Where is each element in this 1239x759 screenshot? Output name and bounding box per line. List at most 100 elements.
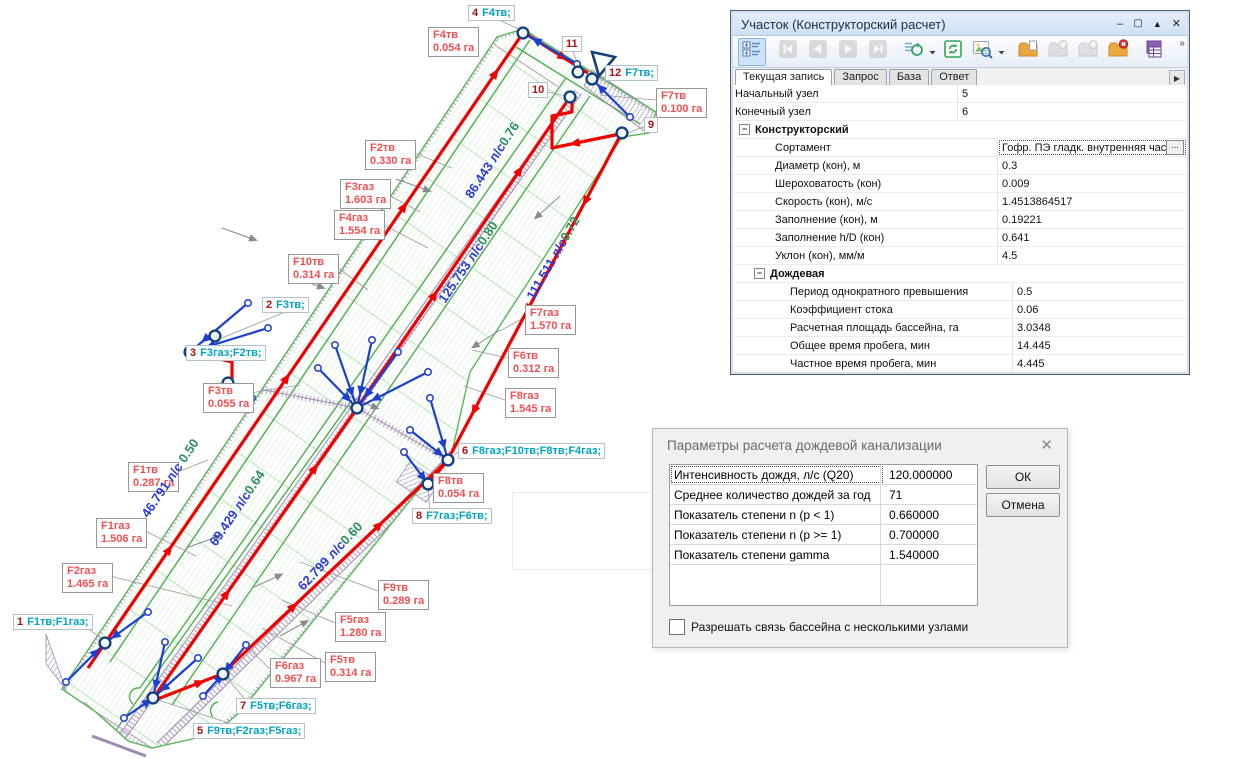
close-button[interactable]: ✕ xyxy=(1172,17,1181,31)
record-panel: Участок (Конструкторский расчет) – ▢ ▲ ✕… xyxy=(730,10,1190,375)
tab-scroll-right-icon[interactable]: ▶ xyxy=(1169,70,1185,86)
param-label: Показатель степени n (p >= 1) xyxy=(670,525,884,544)
property-value[interactable]: 0.06 xyxy=(1013,301,1187,318)
property-row[interactable]: Скорость (кон), м/с1.4513864517 xyxy=(733,193,1187,211)
node-icon[interactable] xyxy=(352,403,363,414)
toolbar-overflow-chevron[interactable]: ›› xyxy=(1179,38,1184,49)
node-icon[interactable] xyxy=(587,74,598,85)
property-row[interactable]: Конечный узел6 xyxy=(733,103,1187,121)
param-label: Показатель степени n (p < 1) xyxy=(670,505,884,524)
allow-multi-node-checkbox[interactable] xyxy=(669,619,685,635)
node-icon[interactable] xyxy=(185,347,196,358)
property-value[interactable]: 6 xyxy=(958,103,1187,120)
param-row[interactable]: Интенсивность дождя, л/с (Q20)120.000000 xyxy=(670,465,977,485)
property-value[interactable]: 0.641 xyxy=(998,229,1187,246)
delete-record-button[interactable] xyxy=(1104,38,1132,66)
checkbox-label: Разрешать связь бассейна с несколькими у… xyxy=(691,620,968,634)
dialog-close-icon[interactable]: ✕ xyxy=(1040,436,1053,454)
property-row[interactable]: Период однократного превышения0.5 xyxy=(733,283,1187,301)
maximize-button[interactable]: ▢ xyxy=(1133,17,1142,31)
property-label: Расчетная площадь бассейна, га xyxy=(733,319,1013,336)
property-value[interactable]: 1.4513864517 xyxy=(998,193,1187,210)
preview-caret-icon[interactable] xyxy=(998,40,1007,64)
panel-titlebar[interactable]: Участок (Конструкторский расчет) – ▢ ▲ ✕ xyxy=(733,13,1187,36)
property-value[interactable]: 5 xyxy=(958,85,1187,102)
new-record-button[interactable] xyxy=(1014,38,1042,66)
property-row[interactable]: Шероховатость (кон)0.009 xyxy=(733,175,1187,193)
node-icon[interactable] xyxy=(223,378,234,389)
node-icon[interactable] xyxy=(617,128,628,139)
property-label: Заполнение (кон), м xyxy=(733,211,998,228)
param-value[interactable]: 71 xyxy=(884,488,977,502)
collapse-icon[interactable]: − xyxy=(754,268,765,279)
property-label: Конечный узел xyxy=(733,103,958,120)
dialog-title: Параметры расчета дождевой канализации xyxy=(667,438,1040,453)
form-view-button[interactable] xyxy=(1140,38,1168,66)
node-icon[interactable] xyxy=(100,638,111,649)
property-group-row[interactable]: −Дождевая xyxy=(733,265,1187,283)
property-row[interactable]: Диаметр (кон), м0.3 xyxy=(733,157,1187,175)
refresh-query-button[interactable] xyxy=(900,38,928,66)
node-icon[interactable] xyxy=(573,67,584,78)
refresh-query-caret-icon[interactable] xyxy=(929,40,938,64)
tab-База[interactable]: База xyxy=(889,69,929,86)
property-value[interactable]: 4.445 xyxy=(1013,355,1187,372)
param-row[interactable]: Показатель степени n (p >= 1)0.700000 xyxy=(670,525,977,545)
cancel-button[interactable]: Отмена xyxy=(986,493,1060,517)
app-canvas: F4тв0.054 гаF7тв0.100 гаF2тв0.330 гаF3га… xyxy=(0,0,1239,759)
property-value[interactable] xyxy=(961,121,1187,138)
property-row[interactable]: Уклон (кон), мм/м4.5 xyxy=(733,247,1187,265)
append-record-icon xyxy=(1077,39,1099,64)
params-table: Интенсивность дождя, л/с (Q20)120.000000… xyxy=(669,464,978,606)
property-value[interactable]: 0.009 xyxy=(998,175,1187,192)
param-value[interactable]: 0.660000 xyxy=(884,508,977,522)
node-icon[interactable] xyxy=(518,28,529,39)
property-row[interactable]: Общее время пробега, мин14.445 xyxy=(733,337,1187,355)
drawing-area[interactable]: F4тв0.054 гаF7тв0.100 гаF2тв0.330 гаF3га… xyxy=(0,0,725,759)
param-row[interactable]: Среднее количество дождей за год71 xyxy=(670,485,977,505)
minimize-button[interactable]: – xyxy=(1117,17,1123,31)
property-value[interactable]: 0.5 xyxy=(1013,283,1187,300)
rain-params-dialog: Параметры расчета дождевой канализации ✕… xyxy=(652,428,1068,648)
last-record-icon xyxy=(868,39,888,64)
node-icon[interactable] xyxy=(210,331,221,342)
property-row[interactable]: Начальный узел5 xyxy=(733,85,1187,103)
property-row[interactable]: Частное время пробега, мин4.445 xyxy=(733,355,1187,372)
refresh-button[interactable] xyxy=(939,38,967,66)
node-icon[interactable] xyxy=(423,479,434,490)
property-row[interactable]: СортаментГофр. ПЭ гладк. внутренняя част… xyxy=(733,139,1187,157)
property-row[interactable]: Коэффициент стока0.06 xyxy=(733,301,1187,319)
collapse-icon[interactable]: − xyxy=(739,124,750,135)
node-icon[interactable] xyxy=(148,693,159,704)
property-value[interactable]: 14.445 xyxy=(1013,337,1187,354)
property-group-row[interactable]: −Конструкторский xyxy=(733,121,1187,139)
property-value[interactable]: 0.3 xyxy=(998,157,1187,174)
param-row[interactable]: Показатель степени gamma1.540000 xyxy=(670,545,977,565)
property-value[interactable]: 3.0348 xyxy=(1013,319,1187,336)
tab-Запрос[interactable]: Запрос xyxy=(834,69,886,86)
param-value[interactable]: 120.000000 xyxy=(884,468,977,482)
ok-button[interactable]: ОК xyxy=(986,465,1060,489)
preview-button[interactable] xyxy=(969,38,997,66)
ellipsis-button[interactable]: ... xyxy=(1166,140,1184,155)
param-value[interactable]: 0.700000 xyxy=(884,528,977,542)
record-toolbar: ›› xyxy=(733,36,1187,68)
node-icon[interactable] xyxy=(443,455,454,466)
panel-title: Участок (Конструкторский расчет) xyxy=(741,17,1117,32)
param-row[interactable]: Показатель степени n (p < 1)0.660000 xyxy=(670,505,977,525)
param-value[interactable]: 1.540000 xyxy=(884,548,977,562)
tab-Ответ[interactable]: Ответ xyxy=(931,69,977,86)
commit-record-icon xyxy=(1047,39,1069,64)
record-tree-toggle-button[interactable] xyxy=(738,38,766,66)
property-row[interactable]: Заполнение h/D (кон)0.641 xyxy=(733,229,1187,247)
property-value[interactable]: 4.5 xyxy=(998,247,1187,264)
rollup-button[interactable]: ▲ xyxy=(1153,17,1162,31)
dialog-titlebar[interactable]: Параметры расчета дождевой канализации ✕ xyxy=(653,429,1067,461)
property-value[interactable]: Гофр. ПЭ гладк. внутренняя часть... xyxy=(998,139,1187,156)
property-row[interactable]: Расчетная площадь бассейна, га3.0348 xyxy=(733,319,1187,337)
property-value[interactable]: 0.19221 xyxy=(998,211,1187,228)
node-icon[interactable] xyxy=(218,669,229,680)
node-icon[interactable] xyxy=(565,92,576,103)
property-row[interactable]: Заполнение (кон), м0.19221 xyxy=(733,211,1187,229)
property-value[interactable] xyxy=(976,265,1187,282)
